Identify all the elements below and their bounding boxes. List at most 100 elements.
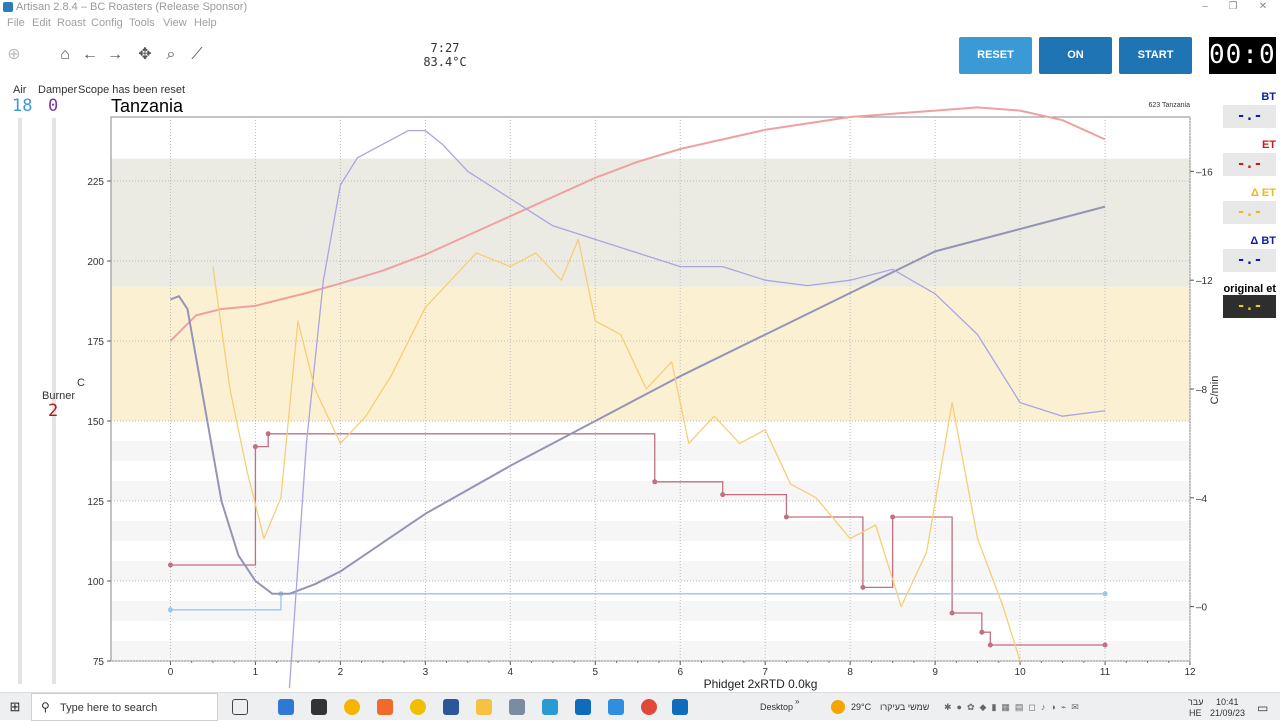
step-line-burner bbox=[170, 433, 1106, 646]
todo-app-icon[interactable] bbox=[608, 699, 624, 715]
chart-lines-icon[interactable]: ⟋ bbox=[187, 45, 207, 65]
weather-note: שמשי בעיקרו bbox=[880, 702, 930, 712]
y-tick-label: 75 bbox=[93, 657, 105, 668]
x-axis-label: Phidget 2xRTD 0.0kg bbox=[704, 677, 818, 691]
step-marker-air bbox=[1102, 591, 1108, 597]
menu-config[interactable]: Config bbox=[91, 17, 123, 29]
menu-view[interactable]: View bbox=[163, 17, 187, 29]
search-placeholder: Type here to search bbox=[60, 702, 158, 714]
language-code: HE bbox=[1189, 708, 1202, 718]
menu-bar: File Edit Roast Config Tools View Help bbox=[0, 16, 1280, 32]
weather-sun-icon bbox=[831, 700, 845, 714]
roast-chart[interactable]: 0 1 2 3 4 5 6 7 8 9 10 11 1275100125150175200225–0–4… bbox=[0, 0, 1280, 720]
outlook-secondary-icon[interactable] bbox=[672, 699, 688, 715]
x-tick-label: 5 bbox=[592, 667, 598, 678]
system-tray-icons[interactable]: ✱●✿◆▮▦▤◻♪◑⌁✉ bbox=[944, 702, 1214, 713]
outlook-app-icon[interactable] bbox=[575, 699, 591, 715]
lcd-original-et-label: original et bbox=[1223, 283, 1276, 295]
status-message: Scope has been reset bbox=[78, 84, 186, 96]
step-marker-burner bbox=[652, 479, 658, 485]
menu-help[interactable]: Help bbox=[194, 17, 217, 29]
chrome-browser-icon[interactable] bbox=[641, 699, 657, 715]
x-tick-label: 10 bbox=[1015, 667, 1027, 678]
roast-timer: 00:00 bbox=[1209, 37, 1280, 74]
windows-start-icon[interactable]: ⊞ bbox=[8, 700, 22, 714]
cloud-app-icon[interactable] bbox=[344, 699, 360, 715]
step-marker-burner bbox=[252, 444, 258, 450]
minimize-icon[interactable]: – bbox=[1190, 0, 1220, 14]
y2-tick-label: –8 bbox=[1196, 385, 1208, 396]
step-marker-air bbox=[167, 607, 173, 613]
zoom-icon[interactable]: ⌕ bbox=[161, 45, 181, 65]
background-stripe bbox=[111, 481, 1190, 501]
step-marker-burner bbox=[860, 584, 866, 590]
clock-date[interactable]: 21/09/23 bbox=[1210, 708, 1245, 718]
inkscape-app-icon[interactable] bbox=[311, 699, 327, 715]
dollar-app-icon[interactable] bbox=[410, 699, 426, 715]
menu-edit[interactable]: Edit bbox=[32, 17, 51, 29]
lcd-et-value: -.- bbox=[1223, 153, 1276, 176]
start-button[interactable]: START bbox=[1119, 37, 1192, 74]
x-tick-label: 12 bbox=[1184, 667, 1196, 678]
artisan-app-icon bbox=[3, 2, 13, 12]
x-tick-label: 3 bbox=[423, 667, 429, 678]
maximize-icon[interactable]: ❐ bbox=[1218, 0, 1248, 14]
background-stripe bbox=[111, 601, 1190, 621]
x-tick-label: 11 bbox=[1100, 667, 1111, 678]
notification-icon[interactable]: ▭ bbox=[1257, 701, 1268, 715]
pan-icon[interactable]: ✥ bbox=[135, 45, 155, 65]
x-tick-label: 6 bbox=[677, 667, 683, 678]
task-view-icon[interactable] bbox=[232, 699, 248, 715]
desktop-label[interactable]: Desktop bbox=[760, 702, 793, 712]
forward-arrow-icon[interactable]: → bbox=[105, 45, 125, 65]
weather-temp[interactable]: 29°C bbox=[851, 702, 871, 712]
y2-tick-label: –16 bbox=[1196, 167, 1213, 178]
word-app-icon[interactable] bbox=[443, 699, 459, 715]
step-marker-burner bbox=[1102, 642, 1108, 648]
x-tick-label: 1 bbox=[253, 667, 259, 678]
home-icon[interactable]: ⌂ bbox=[55, 45, 75, 65]
toolbar-expand-icon[interactable]: » bbox=[795, 697, 799, 706]
background-stripe bbox=[111, 561, 1190, 581]
background-stripe bbox=[111, 521, 1190, 541]
step-marker-burner bbox=[987, 642, 993, 648]
x-tick-label: 7 bbox=[762, 667, 768, 678]
file-explorer-icon[interactable] bbox=[476, 699, 492, 715]
language-indicator[interactable]: עבר bbox=[1188, 697, 1203, 707]
artisan-taskbar-icon[interactable] bbox=[542, 699, 558, 715]
close-icon[interactable]: ✕ bbox=[1248, 0, 1278, 14]
series-line---et bbox=[212, 238, 1021, 662]
reset-button[interactable]: RESET bbox=[959, 37, 1032, 74]
menu-tools[interactable]: Tools bbox=[129, 17, 155, 29]
x-tick-label: 2 bbox=[338, 667, 344, 678]
readout-temp: 83.4°C bbox=[423, 55, 467, 69]
search-box[interactable]: ⚲ Type here to search bbox=[31, 693, 218, 721]
lcd-bt-label: BT bbox=[1261, 91, 1276, 103]
temp-unit-label: C bbox=[77, 377, 85, 389]
brave-browser-icon[interactable] bbox=[377, 699, 393, 715]
chart-subtitle: 623 Tanzania bbox=[1148, 102, 1190, 109]
y-tick-label: 200 bbox=[87, 257, 104, 268]
y2-tick-label: –4 bbox=[1196, 494, 1208, 505]
calculator-app-icon[interactable] bbox=[278, 699, 294, 715]
add-circle-icon[interactable]: ⊕ bbox=[4, 45, 24, 65]
y-tick-label: 150 bbox=[87, 417, 104, 428]
chart-title: Tanzania bbox=[111, 96, 184, 116]
lcd-delta-bt-value: -.- bbox=[1223, 249, 1276, 272]
menu-file[interactable]: File bbox=[7, 17, 25, 29]
time-temp-readout: 7:27 83.4°C bbox=[410, 41, 480, 69]
lcd-et-label: ET bbox=[1261, 139, 1276, 151]
snipping-tool-icon[interactable] bbox=[509, 699, 525, 715]
air-slider[interactable] bbox=[18, 118, 22, 684]
x-tick-label: 4 bbox=[508, 667, 514, 678]
back-arrow-icon[interactable]: ← bbox=[80, 45, 100, 65]
clock-time[interactable]: 10:41 bbox=[1216, 697, 1239, 707]
y2-axis-label: C/min bbox=[1209, 376, 1221, 405]
menu-roast[interactable]: Roast bbox=[57, 17, 86, 29]
air-value: 18 bbox=[12, 96, 33, 116]
air-label: Air bbox=[13, 84, 27, 96]
background-stripe bbox=[111, 441, 1190, 461]
on-button[interactable]: ON bbox=[1039, 37, 1112, 74]
title-bar: Artisan 2.8.4 – BC Roasters (Release Spo… bbox=[0, 0, 1280, 16]
lcd-bt-value: -.- bbox=[1223, 105, 1276, 128]
